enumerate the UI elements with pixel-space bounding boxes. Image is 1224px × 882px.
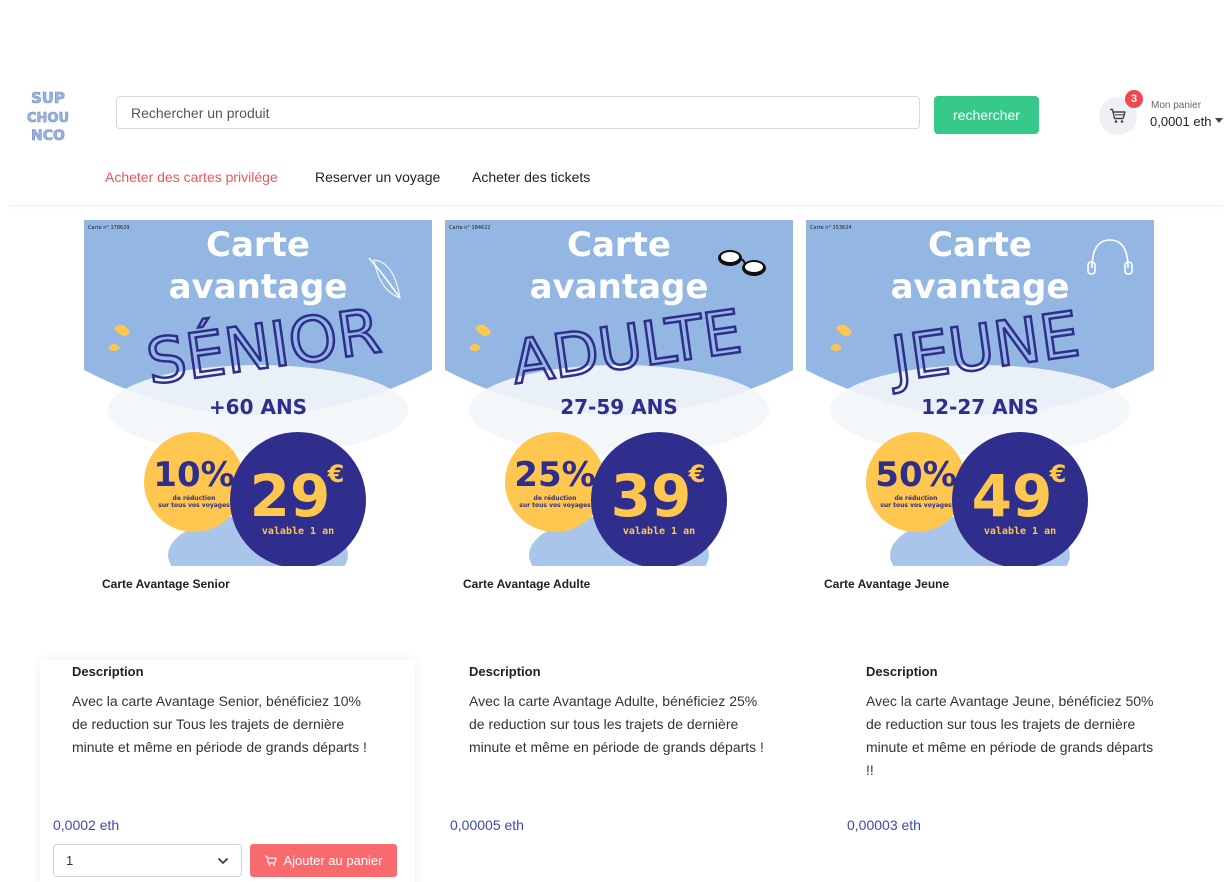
- add-to-cart-label: Ajouter au panier: [283, 853, 383, 868]
- price-jeune: 0,00003 eth: [847, 817, 921, 833]
- product-title[interactable]: Carte Avantage Jeune: [824, 577, 949, 591]
- add-to-cart-button[interactable]: Ajouter au panier: [250, 844, 397, 877]
- description-senior: Description Avec la carte Avantage Senio…: [72, 664, 402, 759]
- nav-divider: [8, 205, 1224, 206]
- logo-line-2: CHOU: [27, 111, 69, 126]
- cart-icon: [265, 855, 278, 866]
- card-number: Carte n° 153624: [810, 225, 852, 231]
- card-number: Carte n° 184622: [449, 225, 491, 231]
- product-image[interactable]: Carte n° 178629 Carte avantage SÉNIOR +6…: [84, 220, 432, 566]
- description-jeune: Description Avec la carte Avantage Jeune…: [866, 664, 1196, 782]
- product-title[interactable]: Carte Avantage Adulte: [463, 577, 590, 591]
- card-price: 49: [972, 462, 1053, 530]
- nav-reserver-voyage[interactable]: Reserver un voyage: [315, 169, 440, 185]
- price-senior: 0,0002 eth: [53, 817, 120, 833]
- chevron-down-icon[interactable]: [1215, 118, 1223, 123]
- description-heading: Description: [469, 664, 541, 679]
- price-adulte: 0,00005 eth: [450, 817, 524, 833]
- quantity-value: 1: [66, 853, 74, 868]
- product-image[interactable]: Carte n° 153624 Carte avantage JEUNE 12-…: [806, 220, 1154, 566]
- product-card-senior[interactable]: Carte n° 178629 Carte avantage SÉNIOR +6…: [84, 220, 432, 606]
- description-heading: Description: [72, 664, 144, 679]
- description-text: Avec la carte Avantage Senior, bénéficie…: [72, 693, 367, 755]
- nav-acheter-tickets[interactable]: Acheter des tickets: [472, 169, 590, 185]
- card-discount: 25%: [514, 455, 595, 495]
- card-price: 39: [611, 462, 692, 530]
- card-price: 29: [250, 462, 331, 530]
- card-discount-caption-1: de réduction: [895, 495, 938, 502]
- product-image[interactable]: Carte n° 184622 Carte avantage ADULTE 27…: [445, 220, 793, 566]
- product-card-jeune[interactable]: Carte n° 153624 Carte avantage JEUNE 12-…: [806, 220, 1154, 606]
- card-currency: €: [1049, 460, 1067, 488]
- product-title[interactable]: Carte Avantage Senior: [102, 577, 230, 591]
- cart-caption: Mon panier: [1151, 100, 1202, 111]
- card-validity: valable 1 an: [623, 526, 695, 537]
- card-discount: 10%: [153, 455, 234, 495]
- card-validity: valable 1 an: [984, 526, 1056, 537]
- card-heading-1: Carte: [928, 225, 1032, 265]
- card-discount: 50%: [875, 455, 956, 495]
- logo-line-3: NCO: [31, 128, 65, 144]
- cart-icon: [1110, 108, 1126, 123]
- description-text: Avec la carte Avantage Adulte, bénéficie…: [469, 693, 764, 755]
- card-currency: €: [327, 460, 345, 488]
- card-age: +60 ANS: [209, 395, 307, 419]
- card-number: Carte n° 178629: [88, 225, 130, 231]
- card-age: 27-59 ANS: [560, 395, 678, 419]
- search-input[interactable]: [116, 96, 920, 129]
- logo[interactable]: SUP CHOU NCO: [22, 86, 74, 144]
- chevron-down-icon: [217, 857, 229, 864]
- card-discount-caption-2: sur tous vos voyages: [519, 502, 591, 509]
- logo-line-1: SUP: [31, 89, 65, 107]
- card-heading-1: Carte: [206, 225, 310, 265]
- description-heading: Description: [866, 664, 938, 679]
- description-text: Avec la carte Avantage Jeune, bénéficiez…: [866, 693, 1154, 778]
- card-heading-1: Carte: [567, 225, 671, 265]
- cart-count-badge: 3: [1125, 90, 1143, 108]
- search-button[interactable]: rechercher: [934, 96, 1039, 134]
- description-adulte: Description Avec la carte Avantage Adult…: [469, 664, 799, 759]
- card-discount-caption-1: de réduction: [534, 495, 577, 502]
- cart-amount[interactable]: 0,0001 eth: [1150, 114, 1211, 129]
- quantity-select[interactable]: 1: [53, 844, 242, 877]
- card-age: 12-27 ANS: [921, 395, 1039, 419]
- card-discount-caption-2: sur tous vos voyages: [158, 502, 230, 509]
- product-card-adulte[interactable]: Carte n° 184622 Carte avantage ADULTE 27…: [445, 220, 793, 606]
- card-validity: valable 1 an: [262, 526, 334, 537]
- card-currency: €: [688, 460, 706, 488]
- card-heading-2: avantage: [530, 267, 709, 307]
- nav-cartes-privilege[interactable]: Acheter des cartes privilége: [105, 169, 278, 185]
- card-discount-caption-2: sur tous vos voyages: [880, 502, 952, 509]
- card-discount-caption-1: de réduction: [173, 495, 216, 502]
